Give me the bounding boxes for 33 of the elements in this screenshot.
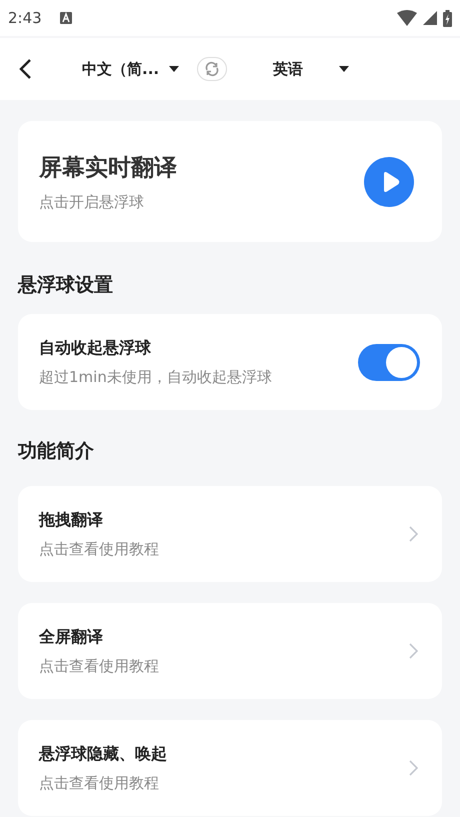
play-button[interactable] — [364, 156, 414, 206]
feature-card[interactable]: 拖拽翻译 点击查看使用教程 — [18, 486, 442, 582]
source-language-dropdown[interactable]: 中文（简... — [82, 60, 180, 78]
feature-card[interactable]: 悬浮球隐藏、唤起 点击查看使用教程 — [18, 720, 442, 816]
feature-description: 点击查看使用教程 — [39, 540, 160, 558]
section-heading: 悬浮球设置 — [18, 273, 114, 298]
swap-languages-button[interactable] — [197, 57, 228, 81]
card-title: 屏幕实时翻译 — [39, 154, 178, 182]
section-heading: 功能简介 — [18, 439, 95, 464]
feature-description: 点击查看使用教程 — [39, 774, 160, 792]
toggle-switch[interactable] — [358, 344, 420, 380]
setting-title: 自动收起悬浮球 — [39, 338, 152, 358]
feature-title: 全屏翻译 — [39, 626, 104, 648]
back-icon — [18, 58, 32, 80]
notification-icon — [60, 12, 72, 24]
wifi-icon — [397, 10, 417, 26]
chevron-right-icon — [409, 760, 418, 776]
feature-title: 拖拽翻译 — [39, 510, 104, 530]
battery-icon — [443, 10, 452, 26]
card-subtitle: 点击开启悬浮球 — [39, 192, 145, 212]
caret-icon — [339, 66, 350, 72]
signal-icon — [423, 11, 437, 25]
target-language-dropdown[interactable]: 英语 — [273, 60, 350, 78]
feature-card[interactable]: 全屏翻译 点击查看使用教程 — [18, 603, 442, 699]
swap-icon — [204, 61, 220, 77]
setting-description: 超过1min未使用，自动收起悬浮球 — [39, 368, 273, 386]
play-icon — [381, 170, 401, 192]
feature-description: 点击查看使用教程 — [39, 656, 160, 676]
chevron-right-icon — [409, 643, 418, 659]
caret-icon — [169, 66, 180, 72]
feature-title: 悬浮球隐藏、唤起 — [39, 744, 168, 764]
status-time: 2:43 — [8, 9, 42, 27]
chevron-right-icon — [409, 526, 418, 542]
